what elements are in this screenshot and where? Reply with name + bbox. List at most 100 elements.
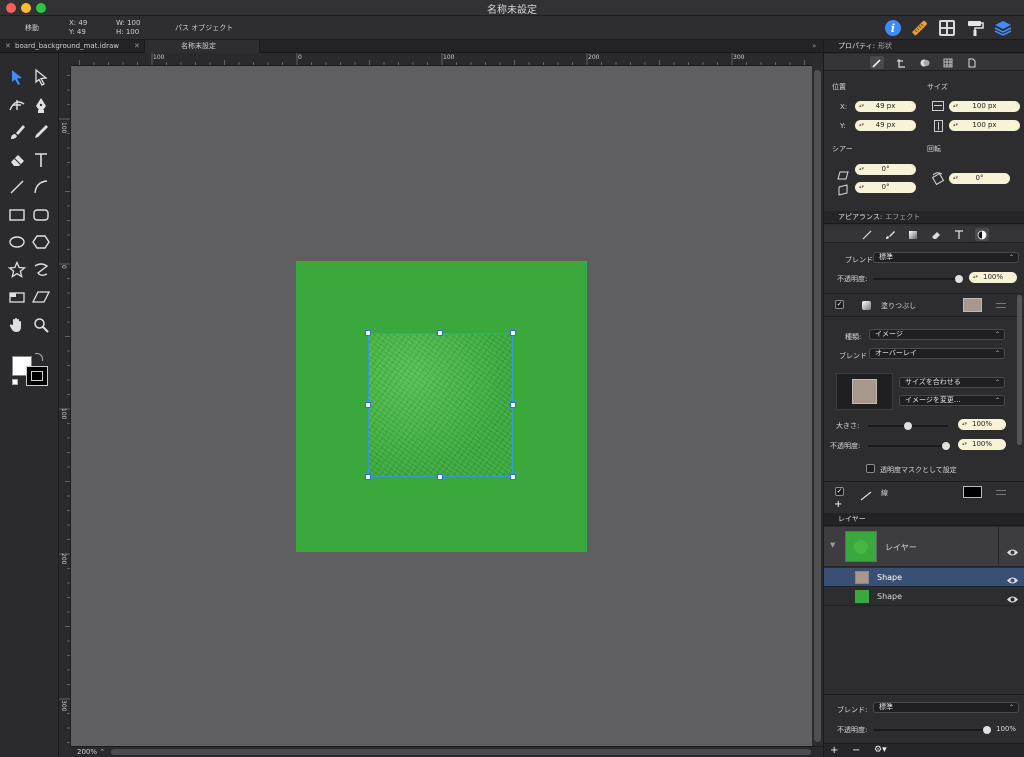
scale-slider-knob[interactable] [904, 422, 912, 430]
zoom-tool-icon[interactable] [30, 314, 52, 336]
star-tool-icon[interactable] [6, 259, 28, 281]
fill-opacity-field[interactable]: ▴▾ 100% [958, 439, 1006, 450]
selection-handle[interactable] [437, 330, 443, 336]
eye-icon[interactable] [1006, 592, 1019, 611]
appearance-scrollbar[interactable] [1017, 295, 1022, 445]
fill-blend-select[interactable]: オーバーレイ [869, 348, 1005, 359]
add-appearance-button[interactable]: + [834, 499, 842, 510]
tab-close-icon[interactable]: ✕ [134, 40, 140, 53]
pen-tool-icon[interactable] [30, 94, 52, 116]
x-position-field[interactable]: ▴▾ 49 px [855, 101, 916, 112]
layer-options-button[interactable]: ⚙▾ [874, 745, 887, 755]
tab-board-background[interactable]: board_background_mat.idraw [15, 40, 119, 53]
layers-blend-select[interactable]: 標準 [873, 702, 1019, 713]
tab-align-icon[interactable] [894, 56, 908, 69]
grid-icon[interactable] [936, 17, 958, 39]
tab-shape-icon[interactable] [870, 56, 884, 69]
selection-handle[interactable] [365, 402, 371, 408]
spiral-tool-icon[interactable] [30, 259, 52, 281]
fill-drag-handle-icon[interactable] [996, 303, 1006, 308]
change-image-select[interactable]: イメージを変更... [899, 395, 1005, 406]
ruler-icon[interactable] [908, 17, 930, 39]
shear-horizontal-field[interactable]: ▴▾ 0° [855, 164, 916, 175]
scale-field[interactable]: ▴▾ 100% [958, 419, 1006, 430]
scale-slider[interactable] [868, 422, 948, 430]
swap-colors-icon[interactable] [35, 353, 43, 361]
layers-opacity-slider-knob[interactable] [983, 726, 991, 734]
layer-group-row[interactable]: ▼ レイヤー [824, 527, 1024, 567]
y-position-field[interactable]: ▴▾ 49 px [855, 120, 916, 131]
brush-style-icon[interactable] [883, 228, 897, 241]
shear-vertical-field[interactable]: ▴▾ 0° [855, 182, 916, 193]
layers-opacity-slider[interactable] [873, 726, 991, 734]
fit-size-select[interactable]: サイズを合わせる [899, 377, 1005, 388]
image-preview[interactable] [836, 373, 893, 410]
remove-layer-button[interactable]: − [852, 745, 860, 756]
brush-tool-icon[interactable] [6, 121, 28, 143]
fill-swatch[interactable] [963, 298, 982, 312]
eraser-tool-icon[interactable] [6, 149, 28, 171]
stroke-drag-handle-icon[interactable] [996, 490, 1006, 495]
rotation-field[interactable]: ▴▾ 0° [949, 173, 1010, 184]
arc-tool-icon[interactable] [30, 176, 52, 198]
paint-roller-icon[interactable] [964, 17, 986, 39]
vertical-scrollbar[interactable] [812, 66, 823, 746]
vertical-scroll-thumb[interactable] [814, 70, 821, 742]
text-style-icon[interactable] [952, 228, 966, 241]
selection-handle[interactable] [510, 330, 516, 336]
hand-tool-icon[interactable] [6, 314, 28, 336]
opacity-slider-knob[interactable] [955, 275, 963, 283]
selection-handle[interactable] [510, 402, 516, 408]
stroke-swatch[interactable] [963, 486, 982, 498]
disclosure-triangle-icon[interactable]: ▼ [830, 541, 835, 549]
textured-shape[interactable] [368, 333, 513, 477]
tab-untitled-active[interactable]: 名称未設定 [144, 40, 260, 53]
height-field[interactable]: ▴▾ 100 px [949, 120, 1020, 131]
eye-icon[interactable] [1006, 542, 1019, 561]
fill-opacity-slider-knob[interactable] [942, 442, 950, 450]
tab-grid-icon[interactable] [941, 56, 955, 69]
blend-mode-select[interactable]: 標準 [873, 252, 1019, 263]
selection-handle[interactable] [437, 474, 443, 480]
text-tool-icon[interactable] [30, 149, 52, 171]
tab-close-icon[interactable]: ✕ [5, 40, 11, 53]
horizontal-scroll-thumb[interactable] [111, 749, 811, 755]
selection-handle[interactable] [365, 330, 371, 336]
eraser-style-icon[interactable] [929, 228, 943, 241]
ellipse-tool-icon[interactable] [6, 231, 28, 253]
add-layer-button[interactable]: + [830, 745, 838, 756]
tab-overflow-icon[interactable]: » [812, 40, 816, 53]
width-field[interactable]: ▴▾ 100 px [949, 101, 1020, 112]
line-tool-icon[interactable] [6, 176, 28, 198]
frame-tool-icon[interactable] [6, 286, 28, 308]
fill-kind-select[interactable]: イメージ [869, 329, 1005, 340]
rectangle-tool-icon[interactable] [6, 204, 28, 226]
layer-item-shape-image[interactable]: Shape [824, 568, 1024, 587]
rounded-rectangle-tool-icon[interactable] [30, 204, 52, 226]
parallelogram-tool-icon[interactable] [30, 286, 52, 308]
zoom-level[interactable]: 200% ⌃ [77, 747, 105, 757]
drawing-canvas[interactable] [71, 66, 812, 746]
selection-handle[interactable] [365, 474, 371, 480]
node-tool-icon[interactable] [6, 94, 28, 116]
stroke-enabled-checkbox[interactable]: ✓ [835, 487, 844, 496]
tab-document-icon[interactable] [965, 56, 979, 69]
gradient-style-icon[interactable] [906, 228, 920, 241]
shadow-style-icon[interactable] [975, 228, 989, 241]
default-colors-icon[interactable] [12, 379, 18, 385]
layers-icon[interactable] [992, 17, 1014, 39]
fill-enabled-checkbox[interactable]: ✓ [835, 300, 844, 309]
opacity-field[interactable]: ▴▾ 100% [969, 272, 1017, 283]
polygon-tool-icon[interactable] [30, 231, 52, 253]
opacity-slider[interactable] [873, 275, 963, 283]
stroke-style-icon[interactable] [860, 228, 874, 241]
tab-boolean-icon[interactable] [918, 56, 932, 69]
selection-handle[interactable] [510, 474, 516, 480]
stroke-color-well[interactable] [26, 366, 48, 386]
layer-item-shape-green[interactable]: Shape [824, 587, 1024, 606]
direct-select-tool-icon[interactable] [30, 66, 52, 88]
fill-opacity-slider[interactable] [868, 442, 950, 450]
info-icon[interactable]: i [882, 17, 904, 39]
opacity-mask-checkbox[interactable] [866, 464, 875, 473]
select-tool-icon[interactable] [6, 66, 28, 88]
